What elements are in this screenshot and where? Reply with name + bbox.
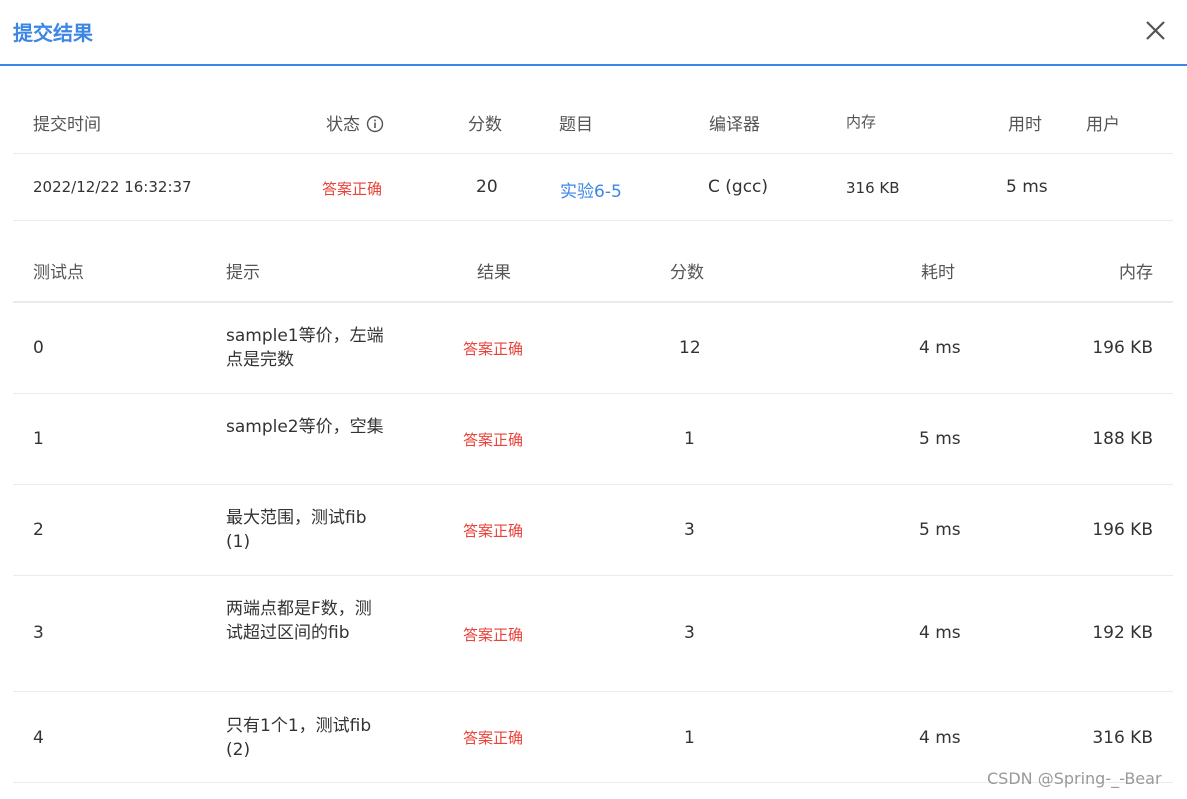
test-score: 12 (679, 338, 701, 358)
test-result: 答案正确 (463, 340, 524, 358)
divider (13, 153, 1173, 154)
test-time: 4 ms (919, 623, 961, 643)
test-id: 4 (33, 728, 44, 748)
dialog-header: 提交结果 (0, 0, 1187, 66)
header-submit-time: 提交时间 (33, 115, 101, 135)
test-memory: 192 KB (1092, 623, 1153, 643)
test-id: 3 (33, 623, 44, 643)
test-result: 答案正确 (463, 729, 524, 747)
header-time: 耗时 (921, 263, 955, 283)
test-hint: 只有1个1，测试fib(2) (226, 716, 372, 760)
test-hint: 最大范围，测试fib(1) (226, 508, 367, 552)
header-score: 分数 (468, 115, 502, 135)
test-score: 3 (684, 520, 695, 540)
test-time: 5 ms (919, 429, 961, 449)
header-test-score: 分数 (670, 263, 704, 283)
test-time: 4 ms (919, 728, 961, 748)
problem-link[interactable]: 实验6-5 (560, 177, 622, 202)
header-test-memory: 内存 (1119, 263, 1153, 283)
close-icon[interactable] (1142, 14, 1170, 46)
test-memory: 196 KB (1092, 338, 1153, 358)
test-id: 1 (33, 429, 44, 449)
divider (13, 575, 1173, 576)
divider (13, 301, 1173, 303)
header-compiler: 编译器 (709, 115, 760, 135)
test-result: 答案正确 (463, 522, 524, 540)
header-status: 状态 (326, 110, 384, 138)
header-duration: 用时 (1008, 115, 1042, 135)
header-test-id: 测试点 (33, 263, 84, 283)
test-memory: 188 KB (1092, 429, 1153, 449)
test-score: 1 (684, 429, 695, 449)
divider (13, 393, 1173, 394)
status-badge: 答案正确 (322, 180, 383, 198)
divider (13, 220, 1173, 221)
test-id: 2 (33, 520, 44, 540)
header-problem: 题目 (559, 115, 593, 135)
submit-time: 2022/12/22 16:32:37 (33, 178, 192, 196)
compiler-value: C (gcc) (708, 177, 769, 197)
divider (13, 691, 1173, 692)
test-time: 5 ms (919, 520, 961, 540)
test-score: 3 (684, 623, 695, 643)
divider (13, 484, 1173, 485)
test-time: 4 ms (919, 338, 961, 358)
test-score: 1 (684, 728, 695, 748)
total-score: 20 (476, 177, 498, 197)
info-icon[interactable] (366, 115, 384, 138)
header-result: 结果 (477, 263, 511, 283)
header-hint: 提示 (226, 263, 260, 283)
test-hint: sample2等价，空集 (226, 417, 384, 437)
memory-value: 316 KB (846, 179, 900, 197)
test-result: 答案正确 (463, 431, 524, 449)
test-result: 答案正确 (463, 626, 524, 644)
watermark: CSDN @Spring-_-Bear (987, 769, 1162, 788)
test-memory: 196 KB (1092, 520, 1153, 540)
duration-value: 5 ms (1006, 177, 1048, 197)
test-id: 0 (33, 338, 44, 358)
test-hint: sample1等价，左端点是完数 (226, 326, 384, 370)
header-status-label: 状态 (326, 115, 360, 135)
test-hint: 两端点都是F数，测试超过区间的fib (226, 599, 372, 643)
header-user: 用户 (1086, 115, 1120, 135)
test-memory: 316 KB (1092, 728, 1153, 748)
dialog-title: 提交结果 (13, 21, 93, 45)
header-memory: 内存 (846, 113, 877, 131)
